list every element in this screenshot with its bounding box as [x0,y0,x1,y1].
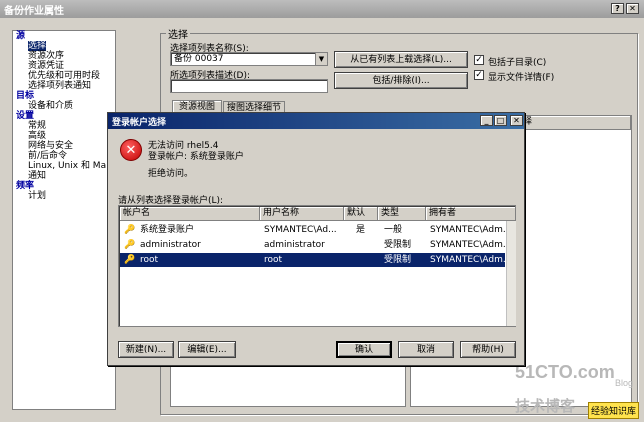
row-user: SYMANTEC\Ad... [264,225,337,235]
account-row-selected[interactable]: 🔑 root root 受限制 SYMANTEC\Adm... [120,253,511,267]
row-account: 系统登录账户 [140,225,195,235]
sidebar-item-general[interactable]: 常规 [28,121,116,131]
row-type: 受限制 [384,255,412,265]
column-default[interactable]: 默认 [344,207,378,221]
sidebar-section-settings: 设置 [16,111,35,121]
list-name-combobox[interactable]: 备份 00037 ▼ [170,52,328,66]
dialog-titlebar: 登录帐户选择 _ □ ✕ [108,113,524,129]
column-account-name[interactable]: 帐户名 [120,207,260,221]
account-row[interactable]: 🔑 administrator administrator 受限制 SYMANT… [120,238,511,252]
cancel-button[interactable]: 取消 [398,341,454,358]
help-button[interactable]: 帮助(H) [460,341,516,358]
row-type: 一般 [384,225,403,235]
show-details-checkbox[interactable]: ✓ [474,70,484,80]
sidebar-item-priority[interactable]: 优先级和可用时段 [28,71,116,81]
include-subdirs-label: 包括子目录(C) [488,58,547,68]
main-window-title: 备份作业属性 [4,6,64,17]
column-user-name[interactable]: 用户名称 [260,207,344,221]
sidebar-section-frequency: 频率 [16,181,35,191]
load-from-list-button[interactable]: 从已有列表上载选择(L)... [334,51,468,68]
account-row[interactable]: 🔑 系统登录账户 SYMANTEC\Ad... 是 一般 SYMANTEC\Ad… [120,223,511,237]
ok-button[interactable]: 确认 [336,341,392,358]
login-account-dialog: 登录帐户选择 _ □ ✕ ✕ 无法访问 rhel5.4 登录帐户: 系统登录账户… [107,112,525,366]
sidebar-item-selection-notify[interactable]: 选择项列表通知 [28,81,116,91]
sidebar-item-schedule[interactable]: 计划 [28,191,116,201]
watermark-blog: Blog [615,378,634,388]
minimize-icon[interactable]: _ [480,115,493,126]
watermark: 51CTO.com Blog 技术博客 经验知识库 [515,362,640,419]
row-account: administrator [140,240,201,250]
sidebar-item-selection[interactable]: 选择 [28,41,47,51]
sidebar-item-resource-credentials[interactable]: 资源凭证 [28,61,116,71]
user-key-icon: 🔑 [124,240,136,250]
sidebar-section-destination: 目标 [16,91,35,101]
list-vertical-scrollbar[interactable] [506,221,516,326]
sidebar-item-resource-order[interactable]: 资源次序 [28,51,116,61]
row-type: 受限制 [384,240,412,250]
user-key-icon: 🔑 [124,225,136,235]
column-type[interactable]: 类型 [378,207,426,221]
sidebar-item-linux-unix[interactable]: Linux, Unix 和 Ma [28,161,116,171]
row-default: 是 [356,225,366,235]
desc-input[interactable] [170,79,328,93]
user-key-icon: 🔑 [124,255,136,265]
edit-account-button[interactable]: 编辑(E)... [178,341,236,358]
row-user: administrator [264,240,325,250]
watermark-site: 51CTO.com [515,362,615,382]
list-name-value: 备份 00037 [174,54,224,64]
sidebar-item-advanced[interactable]: 高级 [28,131,116,141]
row-account: root [140,255,159,265]
chevron-down-icon[interactable]: ▼ [315,53,327,65]
include-subdirs-checkbox[interactable]: ✓ [474,55,484,65]
watermark-tech-blog: 技术博客 [515,397,576,415]
row-owner: SYMANTEC\Adm... [430,240,512,250]
sidebar-item-device-media[interactable]: 设备和介质 [28,101,116,111]
dialog-title: 登录帐户选择 [112,118,167,128]
column-owner[interactable]: 拥有者 [426,207,516,221]
main-titlebar: 备份作业属性 ? ✕ [0,0,644,18]
sidebar-item-network[interactable]: 网络与安全 [28,141,116,151]
sidebar: 源 选择 资源次序 资源凭证 优先级和可用时段 选择项列表通知 目标 设备和介质… [12,30,116,410]
show-details-label: 显示文件详情(F) [488,73,555,83]
sidebar-item-pre-post[interactable]: 前/后命令 [28,151,116,161]
help-icon[interactable]: ? [611,3,624,14]
include-exclude-button[interactable]: 包括/排除(I)... [334,72,468,89]
error-line-2: 登录帐户: 系统登录账户 [148,152,244,162]
selection-group-label: 选择 [166,26,190,41]
dialog-close-icon[interactable]: ✕ [510,115,523,126]
account-list-header: 帐户名 用户名称 默认 类型 拥有者 [120,207,516,221]
sidebar-item-notification[interactable]: 通知 [28,171,116,181]
error-icon: ✕ [120,139,142,161]
row-owner: SYMANTEC\Adm... [430,255,512,265]
row-user: root [264,255,283,265]
watermark-badge: 经验知识库 [588,402,640,419]
close-icon[interactable]: ✕ [626,3,639,14]
new-account-button[interactable]: 新建(N)... [118,341,174,358]
row-owner: SYMANTEC\Adm... [430,225,512,235]
account-list[interactable]: 帐户名 用户名称 默认 类型 拥有者 🔑 系统登录账户 SYMANTEC\Ad.… [118,205,516,327]
maximize-icon[interactable]: □ [494,115,507,126]
error-line-3: 拒绝访问。 [148,169,194,179]
sidebar-section-source: 源 [16,31,26,41]
